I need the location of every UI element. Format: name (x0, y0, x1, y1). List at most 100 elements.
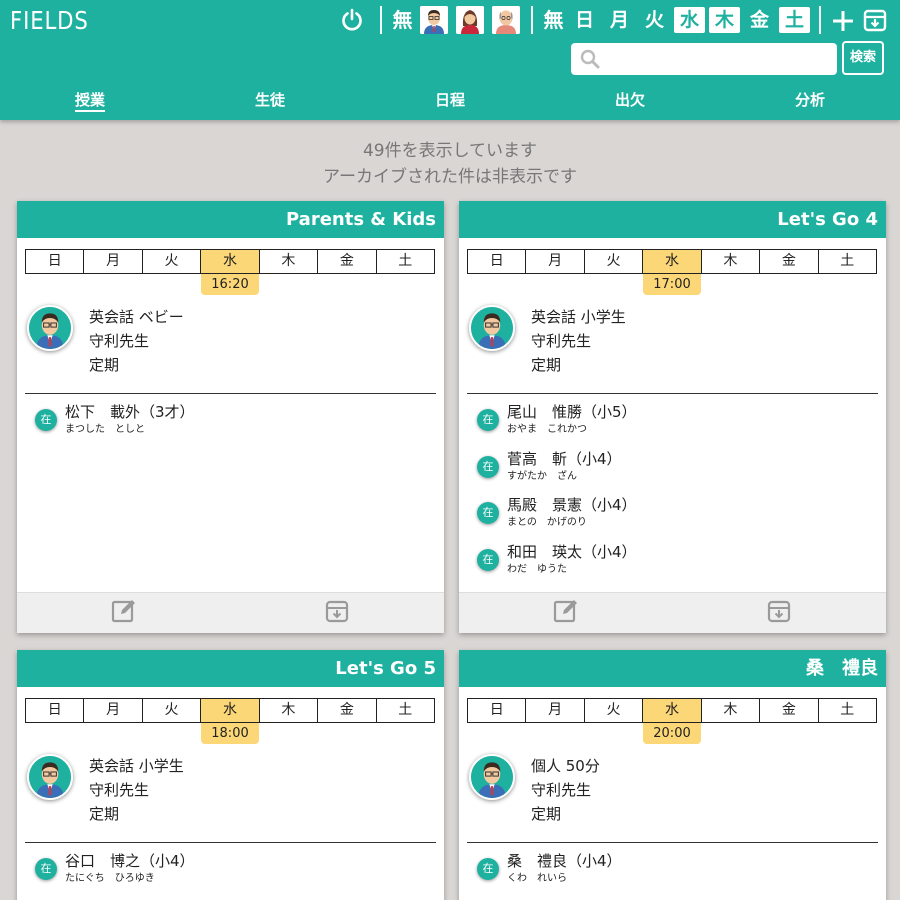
tab-students[interactable]: 生徒 (180, 86, 360, 116)
weekday-cell: 土 (398, 702, 413, 718)
weekday-cell: 火 (585, 699, 644, 722)
filter-teacher-female-avatar[interactable] (456, 6, 484, 34)
toolbar-separator (819, 6, 821, 34)
class-card-title: 桑 禮良 (459, 650, 886, 687)
student-item[interactable]: 在 桑 禮良（小4） くわ れいら (475, 850, 875, 897)
enrolled-badge: 在 (477, 502, 499, 525)
filter-day-wed[interactable]: 水 (674, 7, 705, 33)
student-kana: くわ れいら (507, 873, 567, 884)
card-divider (467, 842, 878, 843)
course-name: 英会話 ベビー (89, 308, 184, 326)
class-kind: 定期 (89, 805, 120, 823)
tab-label: 日程 (434, 91, 465, 109)
student-name: 松下 載外（3才） (65, 403, 195, 421)
weekday-cell: 木 (702, 250, 761, 273)
student-item[interactable]: 在 菅高 斬（小4） すがたか ざん (475, 448, 875, 495)
teacher-avatar (469, 754, 515, 800)
power-icon[interactable] (339, 7, 365, 33)
course-name: 英会話 小学生 (89, 757, 184, 775)
search-box (571, 43, 837, 75)
weekday-row: 日月火水木金 土 (25, 249, 435, 274)
enrolled-badge: 在 (477, 409, 499, 431)
edit-button[interactable] (459, 593, 673, 633)
course-name: 個人 50分 (531, 757, 600, 775)
filter-day-thu[interactable]: 木 (709, 7, 740, 33)
weekday-cell: 月 (526, 699, 585, 722)
student-list: 在 桑 禮良（小4） くわ れいら (475, 850, 875, 897)
weekday-cell: 木 (702, 699, 761, 722)
filter-day-fri[interactable]: 金 (744, 7, 775, 33)
teacher-avatar (469, 305, 515, 351)
archive-button[interactable] (231, 593, 445, 633)
archive-note-text: アーカイブされた件は非表示です (323, 167, 577, 187)
weekday-cell: 日 (468, 250, 527, 273)
filter-teacher-male-avatar[interactable] (420, 6, 448, 34)
class-kind: 定期 (531, 805, 562, 823)
tab-schedule[interactable]: 日程 (360, 86, 540, 116)
student-list: 在 松下 載外（3才） まつした としと (33, 401, 433, 448)
student-item[interactable]: 在 和田 瑛太（小4） わだ ゆうた (475, 541, 875, 588)
class-info: 英会話 ベビー 守利先生 定期 (89, 305, 184, 377)
weekday-cell: 土 (840, 702, 855, 718)
class-time: 18:00 (201, 723, 259, 744)
filter-teacher-elder-avatar[interactable] (492, 6, 520, 34)
weekday-cell: 水 (201, 250, 260, 273)
class-kind: 定期 (89, 356, 120, 374)
class-card[interactable]: Parents & Kids 日月火水木金 土 16:20 英会話 ベビー 守利先生 … (17, 201, 444, 633)
weekday-cell: 火 (585, 250, 644, 273)
class-info: 個人 50分 守利先生 定期 (531, 754, 600, 826)
card-divider (467, 393, 878, 394)
edit-icon (111, 598, 137, 628)
archive-icon (766, 598, 792, 628)
tab-attendance[interactable]: 出欠 (540, 86, 720, 116)
weekday-cell: 水 (643, 250, 702, 273)
main-nav: 授業 生徒 日程 出欠 分析 (0, 86, 900, 116)
filter-day-none[interactable]: 無 (540, 7, 567, 33)
archive-button[interactable] (673, 593, 887, 633)
student-kana: まとの かげのり (507, 517, 587, 529)
filter-day-sun[interactable]: 日 (569, 7, 600, 33)
search-input[interactable] (607, 47, 829, 71)
add-class-button[interactable] (828, 7, 858, 33)
student-item[interactable]: 在 尾山 惟勝（小5） おやま これかつ (475, 401, 875, 448)
archive-icon (324, 598, 350, 628)
tab-analysis[interactable]: 分析 (720, 86, 900, 116)
card-footer (17, 592, 444, 633)
weekday-cell: 金 (760, 699, 819, 722)
student-name: 和田 瑛太（小4） (507, 543, 637, 562)
teacher-name: 守利先生 (531, 781, 592, 799)
student-kana: たにぐち ひろゆき (65, 873, 155, 884)
weekday-cell: 月 (526, 250, 585, 273)
teacher-name: 守利先生 (531, 332, 592, 350)
filter-day-sat[interactable]: 土 (779, 7, 810, 33)
student-item[interactable]: 在 松下 載外（3才） まつした としと (33, 401, 433, 448)
student-item[interactable]: 在 馬殿 景憲（小4） まとの かげのり (475, 494, 875, 541)
class-card[interactable]: 桑 禮良日月火水木金 土 20:00 個人 50分 守利先生 定期 在 桑 禮良（小… (459, 650, 886, 900)
class-card[interactable]: Let's Go 5 日月火水木金 土 18:00 英会話 小学生 守利先生 定期 在… (17, 650, 444, 900)
tab-label: 出欠 (614, 91, 645, 109)
archive-icon[interactable] (862, 7, 888, 33)
tab-classes[interactable]: 授業 (0, 86, 180, 116)
weekday-cell: 金 (760, 250, 819, 273)
student-item[interactable]: 在 谷口 博之（小4） たにぐち ひろゆき (33, 850, 433, 897)
filter-day-mon[interactable]: 月 (604, 7, 635, 33)
edit-icon (553, 598, 579, 628)
weekday-cell: 木 (260, 250, 319, 273)
plus-icon (833, 11, 853, 31)
student-name: 桑 禮良（小4） (507, 852, 622, 870)
weekday-cell: 金 (318, 250, 377, 273)
card-divider (25, 842, 436, 843)
result-count-text: 49件を表示しています (362, 141, 538, 161)
enrolled-badge: 在 (35, 409, 57, 431)
edit-button[interactable] (17, 593, 231, 633)
class-info: 英会話 小学生 守利先生 定期 (531, 305, 626, 377)
filter-day-tue[interactable]: 火 (639, 7, 670, 33)
top-toolbar: 無 無 日 月 火 水 木 金 土 (339, 5, 888, 35)
enrolled-badge: 在 (477, 858, 499, 880)
search-button[interactable]: 検索 (842, 41, 884, 75)
student-name: 尾山 惟勝（小5） (507, 403, 637, 421)
weekday-cell: 水 (201, 699, 260, 722)
class-card[interactable]: Let's Go 4 日月火水木金 土 17:00 英会話 小学生 守利先生 定期 在… (459, 201, 886, 633)
student-kana: おやま これかつ (507, 424, 587, 435)
filter-teacher-none[interactable]: 無 (389, 7, 416, 33)
